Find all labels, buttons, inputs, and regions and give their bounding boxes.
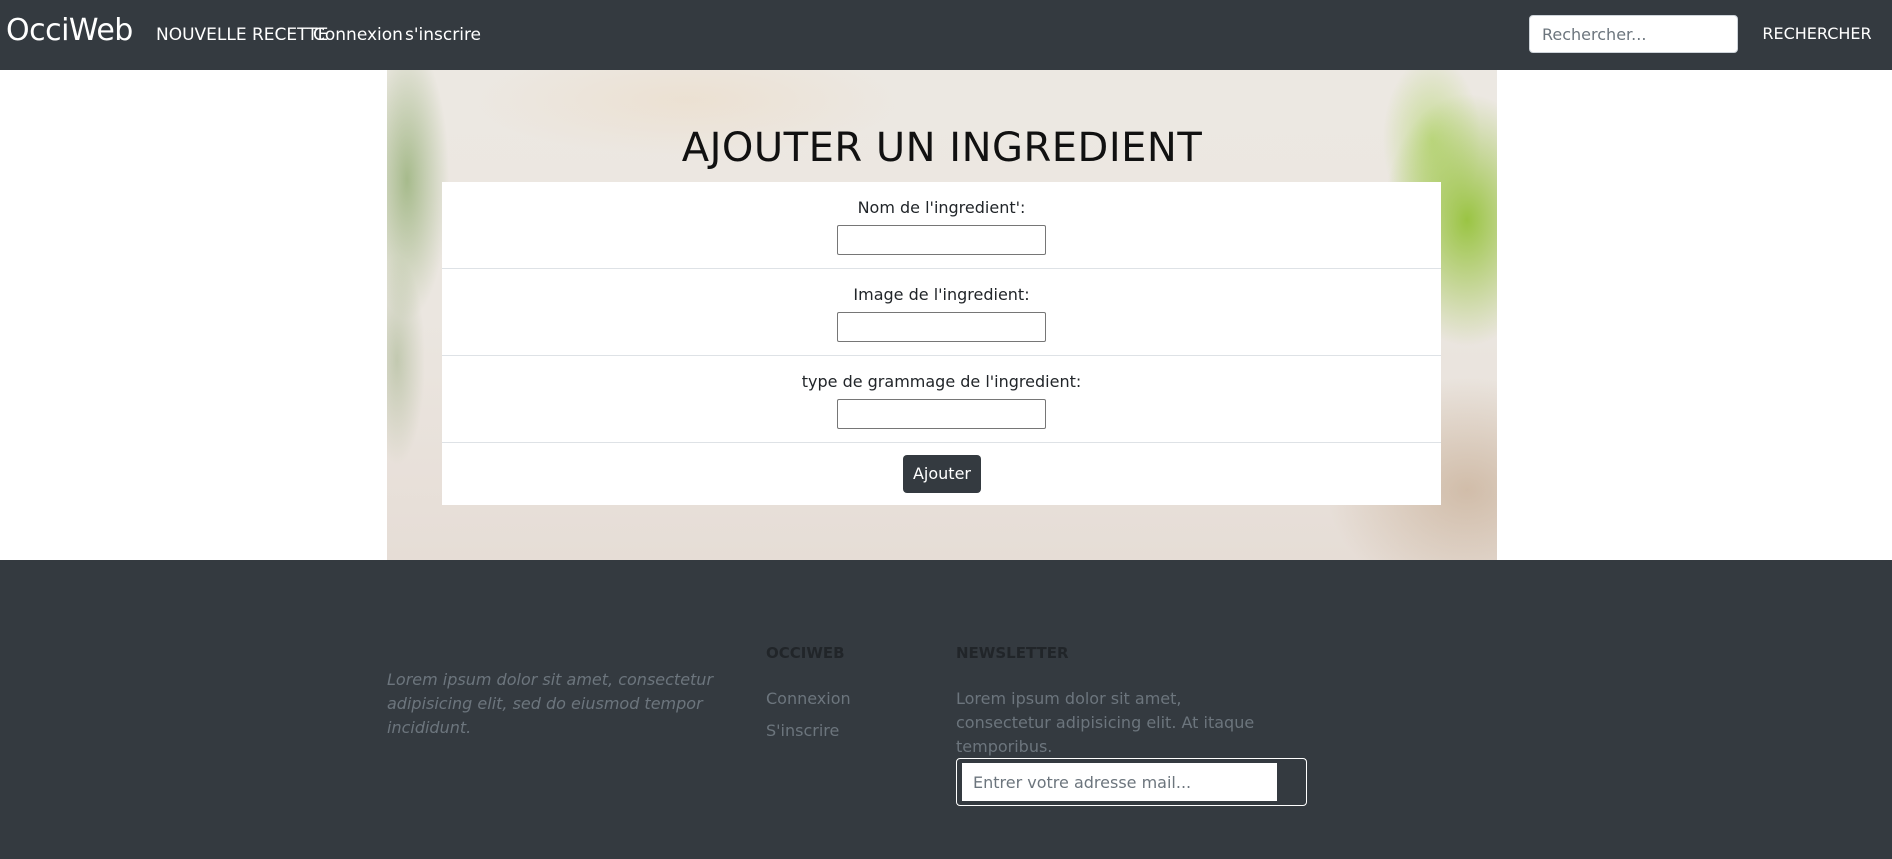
footer-link-login[interactable]: Connexion	[766, 689, 851, 708]
nav-link-new-recipe[interactable]: NOUVELLE RECETTE	[156, 25, 328, 45]
form-row-submit: Ajouter	[442, 443, 1441, 505]
ingredient-image-input[interactable]	[837, 312, 1046, 342]
footer-link-signup[interactable]: S'inscrire	[766, 721, 839, 740]
footer-heading-newsletter: NEWSLETTER	[956, 644, 1069, 662]
navbar: OcciWeb NOUVELLE RECETTE Connexion s'ins…	[0, 0, 1892, 70]
hero-section: AJOUTER UN INGREDIENT Nom de l'ingredien…	[387, 70, 1497, 560]
ingredient-weight-type-label: type de grammage de l'ingredient:	[801, 372, 1082, 391]
search-input[interactable]	[1529, 15, 1738, 53]
nav-link-signup[interactable]: s'inscrire	[405, 25, 481, 45]
footer-heading-occiweb: OCCIWEB	[766, 644, 845, 662]
newsletter-email-input[interactable]	[962, 763, 1277, 801]
ingredient-name-input[interactable]	[837, 225, 1046, 255]
ingredient-weight-type-input[interactable]	[837, 399, 1046, 429]
search-button[interactable]: RECHERCHER	[1762, 15, 1872, 53]
form-row-image: Image de l'ingredient:	[442, 269, 1441, 356]
form-row-weight-type: type de grammage de l'ingredient:	[442, 356, 1441, 443]
brand-logo[interactable]: OcciWeb	[6, 13, 133, 48]
footer: Lorem ipsum dolor sit amet, consectetur …	[0, 560, 1892, 859]
add-button[interactable]: Ajouter	[903, 455, 981, 493]
nav-link-login[interactable]: Connexion	[313, 25, 403, 45]
page-title: AJOUTER UN INGREDIENT	[681, 125, 1203, 171]
ingredient-image-label: Image de l'ingredient:	[853, 285, 1030, 304]
newsletter-text: Lorem ipsum dolor sit amet, consectetur …	[956, 689, 1255, 756]
form-row-name: Nom de l'ingredient':	[442, 182, 1441, 269]
ingredient-name-label: Nom de l'ingredient':	[857, 198, 1026, 217]
footer-about-text: Lorem ipsum dolor sit amet, consectetur …	[387, 670, 714, 737]
ingredient-form: Nom de l'ingredient': Image de l'ingredi…	[442, 182, 1441, 505]
newsletter-form	[956, 758, 1307, 806]
